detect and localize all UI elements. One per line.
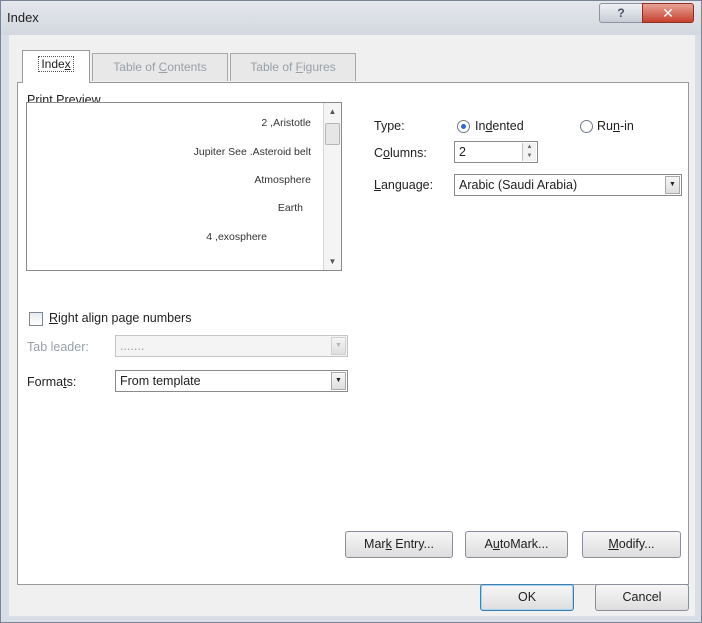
tab-table-of-contents[interactable]: Table of Contents <box>92 53 228 81</box>
preview-line: Jupiter See .Asteroid belt <box>193 146 311 158</box>
preview-line: Atmosphere <box>254 174 311 186</box>
help-button[interactable]: ? <box>599 3 643 23</box>
mark-entry-button[interactable]: Mark Entry... <box>345 531 453 558</box>
tab-index-label: Index <box>38 56 74 72</box>
dialog-title: Index <box>7 10 39 25</box>
language-select[interactable]: Arabic (Saudi Arabia) ▼ <box>454 174 682 196</box>
preview-line: 2 ,Aristotle <box>261 117 311 129</box>
formats-value: From template <box>120 374 201 388</box>
chevron-down-icon: ▼ <box>331 337 346 355</box>
ok-button[interactable]: OK <box>480 584 574 611</box>
indented-label[interactable]: Indented <box>475 119 524 133</box>
automark-button[interactable]: AutoMark... <box>465 531 568 558</box>
preview-line: Earth <box>277 202 303 214</box>
help-icon: ? <box>617 6 625 20</box>
cancel-button[interactable]: Cancel <box>595 584 689 611</box>
formats-label: Formats: <box>27 375 77 389</box>
formats-select[interactable]: From template ▼ <box>115 370 348 392</box>
close-button[interactable]: ✕ <box>642 3 694 23</box>
spin-down-icon[interactable]: ▼ <box>523 152 536 161</box>
modify-button[interactable]: Modify... <box>582 531 681 558</box>
language-label: Language: <box>374 178 434 192</box>
type-label: Type: <box>374 119 405 133</box>
indented-radio[interactable] <box>457 120 470 133</box>
run-in-label[interactable]: Run-in <box>597 119 634 133</box>
columns-value: 2 <box>459 145 466 159</box>
tab-table-of-figures[interactable]: Table of Figures <box>230 53 356 81</box>
chevron-down-icon[interactable]: ▼ <box>331 372 346 390</box>
scroll-up-icon[interactable]: ▲ <box>324 103 341 120</box>
scroll-down-icon[interactable]: ▼ <box>324 253 341 270</box>
tab-table-of-contents-label: Table of Contents <box>113 60 207 74</box>
close-icon: ✕ <box>662 5 674 21</box>
scrollbar-thumb[interactable] <box>325 123 340 145</box>
columns-spin-buttons[interactable]: ▲ ▼ <box>522 143 536 161</box>
tab-leader-label: Tab leader: <box>27 340 89 354</box>
right-align-checkbox[interactable] <box>29 312 43 326</box>
columns-stepper[interactable]: 2 ▲ ▼ <box>454 141 538 163</box>
print-preview-box[interactable]: 2 ,Aristotle Jupiter See .Asteroid belt … <box>26 102 342 271</box>
title-bar[interactable]: Index ? ✕ <box>1 1 701 35</box>
run-in-radio[interactable] <box>580 120 593 133</box>
preview-scrollbar[interactable]: ▲ ▼ <box>323 103 341 270</box>
language-value: Arabic (Saudi Arabia) <box>459 178 578 192</box>
tab-index[interactable]: Index <box>22 50 90 83</box>
right-align-label[interactable]: Right align page numbers <box>49 311 191 325</box>
spin-up-icon[interactable]: ▲ <box>523 143 536 152</box>
tab-table-of-figures-label: Table of Figures <box>250 60 336 74</box>
index-dialog: Index ? ✕ Index Table of Contents Table … <box>0 0 702 623</box>
tab-leader-select: ....... ▼ <box>115 335 348 357</box>
columns-label: Columns: <box>374 146 427 160</box>
preview-line: 4 ,exosphere <box>206 231 267 243</box>
tab-leader-value: ....... <box>120 339 145 353</box>
dialog-client-area: Index Table of Contents Table of Figures… <box>9 35 695 616</box>
chevron-down-icon[interactable]: ▼ <box>665 176 680 194</box>
